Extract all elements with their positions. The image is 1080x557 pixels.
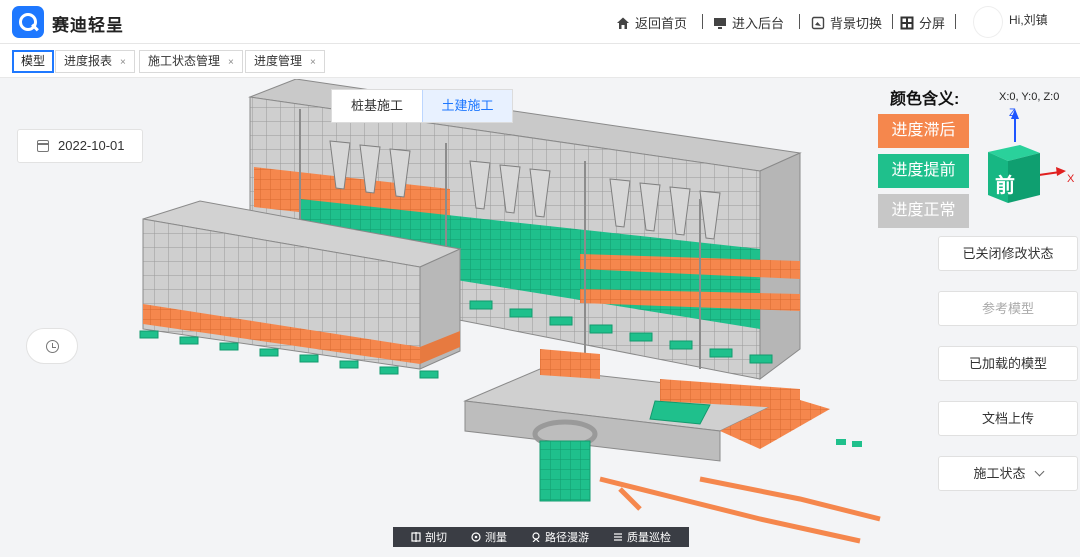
- axis-z-label: Z: [1009, 107, 1016, 119]
- nav-divider: [799, 14, 800, 29]
- user-avatar[interactable]: [973, 6, 1003, 38]
- app-header: 赛迪轻呈 返回首页 进入后台 背景切换 分屏 Hi,刘镇: [0, 0, 1080, 44]
- tab-bar: 模型 进度报表 × 施工状态管理 × 进度管理 ×: [0, 44, 1080, 78]
- walk-tool-label: 路径漫游: [545, 532, 589, 544]
- split-screen-icon: [900, 16, 914, 29]
- chevron-down-icon: [1034, 466, 1044, 477]
- lower-building[interactable]: [463, 349, 881, 544]
- document-upload-button[interactable]: 文档上传: [938, 401, 1078, 436]
- bottom-toolbar: 剖切 测量 路径漫游 质量巡检: [393, 527, 689, 547]
- tab-construction-status[interactable]: 施工状态管理 ×: [139, 50, 243, 73]
- tab-progress-report[interactable]: 进度报表 ×: [55, 50, 135, 73]
- calendar-icon: [37, 140, 49, 152]
- section-tool-label: 剖切: [425, 532, 447, 544]
- nav-backend-label: 进入后台: [732, 16, 785, 31]
- tab-label: 施工状态管理: [148, 54, 221, 68]
- coordinate-readout: X:0, Y:0, Z:0: [999, 91, 1060, 103]
- nav-background[interactable]: 背景切换: [811, 13, 882, 32]
- nav-split-label: 分屏: [919, 16, 946, 31]
- tab-label: 进度报表: [64, 54, 113, 68]
- date-picker[interactable]: 2022-10-01: [17, 129, 143, 163]
- clock-icon: [46, 340, 59, 353]
- tab-label: 模型: [21, 54, 46, 68]
- measure-tool-label: 测量: [485, 532, 507, 544]
- nav-split[interactable]: 分屏: [900, 13, 945, 32]
- tab-progress-management[interactable]: 进度管理 ×: [245, 50, 325, 73]
- reference-model-button[interactable]: 参考模型: [938, 291, 1078, 326]
- section-icon: [411, 532, 421, 542]
- measure-tool-button[interactable]: 测量: [471, 529, 507, 545]
- user-greeting[interactable]: Hi,刘镇: [1009, 11, 1048, 28]
- bim-model-scene[interactable]: [0, 79, 1080, 557]
- construction-status-dropdown[interactable]: 施工状态: [938, 456, 1078, 491]
- app-title: 赛迪轻呈: [52, 16, 124, 35]
- legend-late: 进度滞后: [878, 114, 969, 148]
- mode-civil-construction[interactable]: 土建施工: [422, 90, 512, 122]
- legend-title: 颜色含义:: [890, 91, 960, 108]
- nav-background-label: 背景切换: [830, 16, 883, 31]
- close-edit-status-button[interactable]: 已关闭修改状态: [938, 236, 1078, 271]
- home-icon: [617, 17, 629, 29]
- date-value: 2022-10-01: [58, 138, 125, 153]
- inspect-icon: [614, 533, 622, 541]
- image-switch-icon: [811, 16, 825, 29]
- legend-normal: 进度正常: [878, 194, 969, 228]
- construction-status-label: 施工状态: [973, 466, 1026, 481]
- nav-home[interactable]: 返回首页: [616, 13, 687, 32]
- tab-close-icon[interactable]: ×: [120, 57, 126, 68]
- cube-face-label[interactable]: 前: [995, 169, 1015, 198]
- walk-tool-button[interactable]: 路径漫游: [531, 529, 589, 545]
- nav-backend[interactable]: 进入后台: [713, 13, 784, 32]
- inspect-tool-button[interactable]: 质量巡检: [613, 529, 671, 545]
- loaded-models-button[interactable]: 已加载的模型: [938, 346, 1078, 381]
- monitor-icon: [714, 17, 726, 29]
- tab-model[interactable]: 模型: [12, 50, 55, 73]
- tab-label: 进度管理: [254, 54, 303, 68]
- section-tool-button[interactable]: 剖切: [411, 529, 447, 545]
- construction-mode-toggle[interactable]: 桩基施工 土建施工: [331, 89, 513, 123]
- inspect-tool-label: 质量巡检: [627, 532, 671, 544]
- x-axis-arrow-icon: [1056, 167, 1066, 176]
- timeline-button[interactable]: [26, 328, 78, 364]
- legend-early: 进度提前: [878, 154, 969, 188]
- tab-close-icon[interactable]: ×: [228, 57, 234, 68]
- nav-home-label: 返回首页: [635, 16, 688, 31]
- app-logo-icon: [12, 6, 44, 38]
- walk-icon: [532, 532, 540, 542]
- axis-x-label: X: [1067, 173, 1075, 185]
- mode-pile-foundation[interactable]: 桩基施工: [332, 90, 422, 122]
- model-viewport[interactable]: 前 Z X 桩基施工 土建施工 2022-10-01 颜色含义: 进度滞后 进度…: [0, 79, 1080, 557]
- measure-icon: [471, 532, 481, 542]
- nav-divider: [702, 14, 703, 29]
- nav-divider: [892, 14, 893, 29]
- tab-close-icon[interactable]: ×: [310, 57, 316, 68]
- nav-divider: [955, 14, 956, 29]
